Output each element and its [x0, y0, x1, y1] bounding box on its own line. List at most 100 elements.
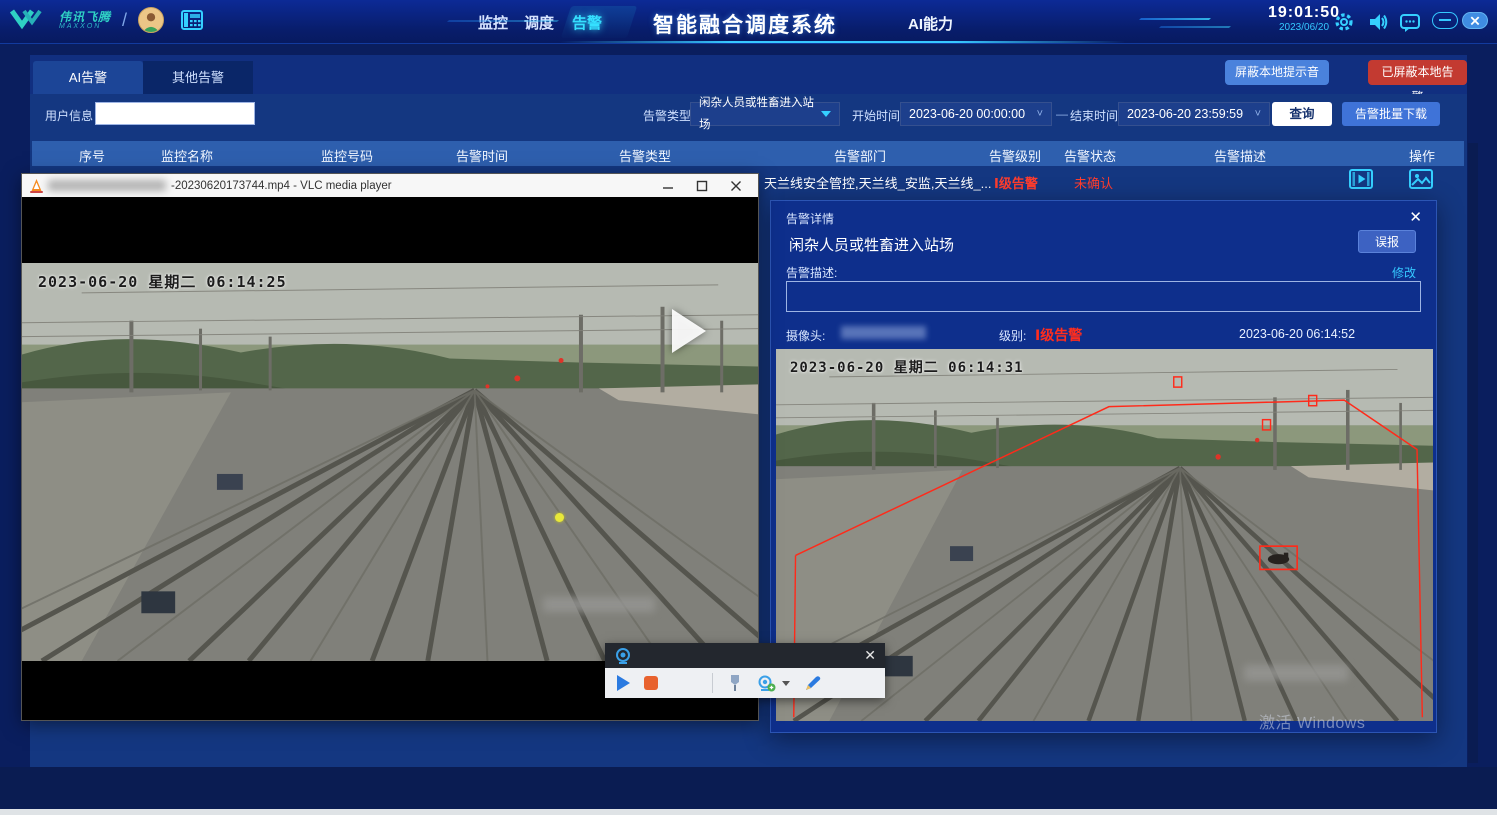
left-video-timestamp: 2023-06-20 星期二 06:14:25: [38, 271, 287, 292]
detail-info-row: 摄像头: 级别: Ⅰ级告警 2023-06-20 06:14:52: [771, 327, 1436, 345]
nav-ai-capability[interactable]: AI能力: [908, 13, 953, 34]
col-actions: 操作: [1409, 146, 1435, 165]
recorder-controls: [605, 668, 885, 698]
cell-department: 天兰线安全管控,天兰线_安监,天兰线_...: [764, 173, 992, 192]
company-logo-icon: [10, 5, 56, 35]
close-window-button[interactable]: [1462, 12, 1488, 29]
brand-divider: /: [122, 10, 127, 31]
end-time-label: 结束时间: [1070, 107, 1118, 124]
pencil-annotate-icon[interactable]: [804, 675, 821, 692]
user-info-input[interactable]: [95, 102, 255, 125]
user-info-label: 用户信息: [45, 107, 93, 124]
settings-gear-icon[interactable]: [1333, 11, 1355, 33]
speaker-icon[interactable]: [1367, 11, 1389, 33]
col-alarm-status: 告警状态: [1064, 146, 1116, 165]
windows-activate-watermark: 激活 Windows: [1259, 709, 1365, 733]
yellow-marker-dot: [555, 513, 564, 522]
table-scrollbar[interactable]: [1468, 143, 1478, 763]
title-decor-left: [447, 20, 559, 22]
user-avatar[interactable]: [138, 7, 164, 33]
start-time-value: 2023-06-20 00:00:00: [909, 103, 1025, 125]
detail-close-icon[interactable]: ✕: [1409, 208, 1422, 226]
vlc-maximize-icon[interactable]: [696, 180, 708, 192]
recorder-toolbar[interactable]: ✕: [605, 643, 885, 698]
recorder-title-bar[interactable]: ✕: [605, 643, 885, 668]
alarm-type-select[interactable]: 闲杂人员或牲畜进入站场: [690, 102, 840, 126]
end-chevron-icon: ˅: [1255, 103, 1261, 125]
tab-ai-alarm[interactable]: AI告警: [33, 61, 143, 94]
alarm-type-label: 告警类型: [643, 107, 691, 124]
alarm-desc-textarea[interactable]: [786, 281, 1421, 312]
title-decor-right1: [1139, 18, 1211, 20]
muted-local-alarm-button[interactable]: 已屏蔽本地告警: [1368, 60, 1467, 85]
vlc-cone-icon: [30, 179, 43, 193]
vlc-close-icon[interactable]: [730, 180, 742, 192]
end-time-value: 2023-06-20 23:59:59: [1127, 103, 1243, 125]
vlc-minimize-icon[interactable]: [662, 180, 674, 192]
pin-marker-icon[interactable]: [727, 674, 743, 692]
close-x-icon: [1463, 13, 1487, 29]
col-monitor-number: 监控号码: [321, 146, 373, 165]
col-alarm-desc: 告警描述: [1214, 146, 1266, 165]
col-alarm-level: 告警级别: [989, 146, 1041, 165]
video-play-overlay-icon[interactable]: [672, 309, 706, 353]
logo-en: MAXXON: [59, 23, 111, 30]
cell-level: Ⅰ级告警: [994, 173, 1038, 192]
taskbar-sliver: [0, 809, 1497, 815]
clock-date: 2023/06/20: [1268, 22, 1340, 33]
vlc-window-title: -20230620173744.mp4 - VLC media player: [171, 180, 392, 192]
batch-download-button[interactable]: 告警批量下载: [1342, 102, 1440, 126]
tab-other-alarm[interactable]: 其他告警: [143, 61, 253, 94]
query-button[interactable]: 查询: [1272, 102, 1332, 126]
vlc-video-area[interactable]: 2023-06-20 星期二 06:14:25: [22, 197, 758, 720]
col-alarm-department: 告警部门: [834, 146, 886, 165]
col-alarm-time: 告警时间: [456, 146, 508, 165]
record-stop-button[interactable]: [644, 676, 658, 690]
alarm-desc-label: 告警描述:: [786, 264, 837, 281]
mute-local-tone-button[interactable]: 屏蔽本地提示音: [1225, 60, 1329, 85]
vlc-title-bar[interactable]: -20230620173744.mp4 - VLC media player: [22, 174, 758, 197]
range-separator: —: [1056, 107, 1068, 121]
col-alarm-type: 告警类型: [619, 146, 671, 165]
modify-link[interactable]: 修改: [1392, 264, 1416, 281]
capture-dropdown-caret[interactable]: [782, 681, 790, 686]
vlc-player-window[interactable]: -20230620173744.mp4 - VLC media player: [22, 174, 758, 720]
blurred-camera-name: [841, 326, 926, 339]
app-title: 智能融合调度系统: [595, 9, 895, 39]
alarm-table-header: 序号 监控名称 监控号码 告警时间 告警类型 告警部门 告警级别 告警状态 告警…: [32, 141, 1464, 166]
phone-terminal-icon[interactable]: [179, 8, 205, 32]
level-label: 级别:: [999, 327, 1026, 344]
message-icon[interactable]: [1399, 11, 1421, 33]
nav-monitor[interactable]: 监控: [478, 12, 508, 33]
minimize-window-button[interactable]: [1432, 12, 1458, 29]
camera-capture-group: [757, 675, 790, 692]
nav-dispatch[interactable]: 调度: [524, 12, 554, 33]
start-time-label: 开始时间: [852, 107, 900, 124]
play-video-action-icon[interactable]: [1349, 168, 1373, 190]
false-report-button[interactable]: 误报: [1358, 230, 1416, 253]
select-caret-icon: [821, 111, 831, 117]
start-time-picker[interactable]: 2023-06-20 00:00:00 ˅: [900, 102, 1052, 126]
camera-add-icon[interactable]: [757, 675, 776, 692]
blurred-filename-prefix: [48, 180, 166, 191]
view-image-action-icon[interactable]: [1409, 168, 1433, 190]
blurred-station-watermark: [543, 597, 655, 612]
filter-row: 用户信息 告警类型 闲杂人员或牲畜进入站场 开始时间 2023-06-20 00…: [30, 100, 1467, 130]
end-time-picker[interactable]: 2023-06-20 23:59:59 ˅: [1118, 102, 1270, 126]
col-seq: 序号: [79, 146, 105, 165]
cell-status: 未确认: [1074, 173, 1113, 192]
outer-frame-band: [0, 767, 1497, 809]
avatar-icon: [139, 8, 163, 32]
recorder-close-icon[interactable]: ✕: [864, 647, 876, 664]
brand: 伟讯飞腾 MAXXON /: [10, 5, 205, 35]
detail-panel-title: 告警详情: [786, 210, 834, 227]
detail-alarm-time: 2023-06-20 06:14:52: [1239, 327, 1355, 341]
title-decor-right2: [1159, 26, 1231, 28]
col-monitor-name: 监控名称: [161, 146, 213, 165]
clock-time: 19:01:50: [1268, 4, 1340, 22]
logo-text: 伟讯飞腾 MAXXON: [59, 11, 111, 30]
record-play-button[interactable]: [617, 675, 630, 691]
level-value: Ⅰ级告警: [1035, 325, 1082, 345]
start-chevron-icon: ˅: [1037, 103, 1043, 125]
webcam-icon: [614, 648, 632, 664]
